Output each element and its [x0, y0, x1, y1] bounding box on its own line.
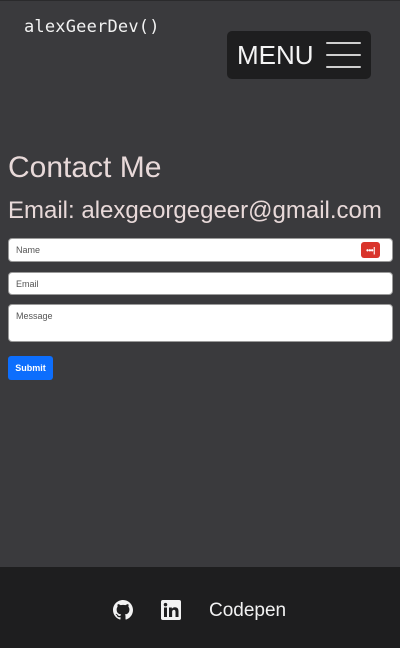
name-input[interactable]	[8, 238, 393, 262]
page-title: Contact Me	[8, 151, 162, 184]
password-manager-icon[interactable]: •••|	[361, 242, 380, 258]
menu-label: MENU	[237, 39, 314, 70]
github-icon[interactable]	[113, 600, 133, 620]
email-input[interactable]	[8, 272, 393, 295]
menu-button[interactable]: MENU	[227, 31, 371, 79]
brand-logo[interactable]: alexGeerDev()	[24, 17, 160, 37]
codepen-link[interactable]: Codepen	[209, 600, 286, 622]
linkedin-icon[interactable]	[161, 600, 181, 620]
hamburger-icon	[326, 41, 361, 69]
message-textarea[interactable]	[8, 304, 393, 342]
contact-email: Email: alexgeorgegeer@gmail.com	[8, 197, 382, 224]
submit-button[interactable]: Submit	[8, 356, 53, 380]
footer: Codepen	[0, 567, 400, 648]
